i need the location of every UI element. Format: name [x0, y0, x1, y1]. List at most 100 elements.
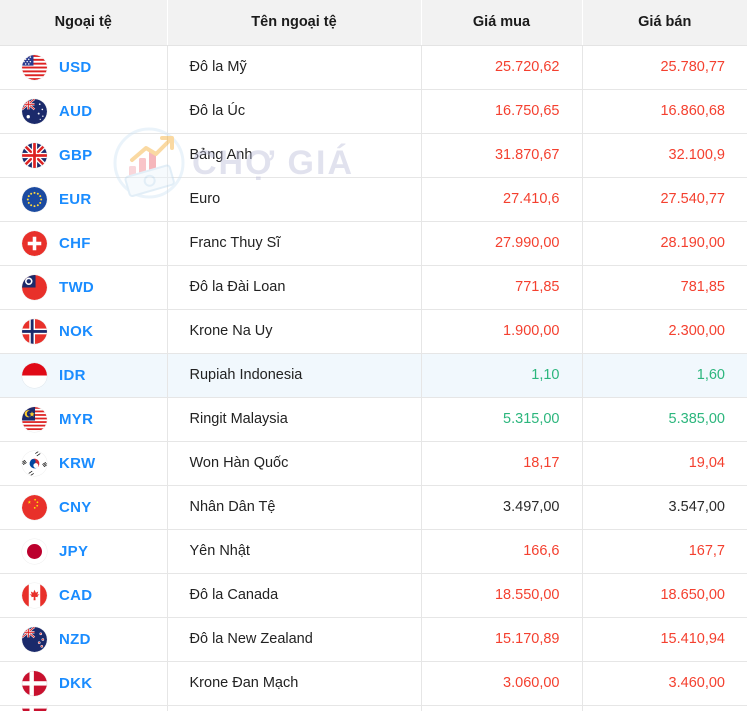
- buy-price-cell: 166,6: [421, 529, 583, 574]
- buy-price-cell: 27.410,6: [421, 177, 583, 222]
- table-header: Ngoại tệ Tên ngoại tệ Giá mua Giá bán: [0, 0, 747, 46]
- currency-code-label: USD: [59, 58, 92, 76]
- currency-code-label: IDR: [59, 366, 86, 384]
- table-row[interactable]: IDR Rupiah Indonesia 1,10 1,60: [0, 353, 747, 398]
- flag-au-icon: [22, 98, 47, 124]
- table-row[interactable]: [0, 705, 747, 711]
- table-row[interactable]: GBP Bảng Anh 31.870,67 32.100,9: [0, 133, 747, 178]
- flag-ch-icon: [22, 230, 47, 256]
- sell-price-cell: 16.860,68: [582, 89, 747, 134]
- flag-nz-icon: [22, 626, 47, 652]
- currency-code-label: AUD: [59, 102, 93, 120]
- currency-code-label: JPY: [59, 542, 89, 560]
- column-header-currency-name: Tên ngoại tệ: [167, 0, 422, 46]
- table-row[interactable]: CNY Nhân Dân Tệ 3.497,00 3.547,00: [0, 485, 747, 530]
- currency-code-label: TWD: [59, 278, 95, 296]
- flag-tw-icon: [22, 274, 47, 300]
- currency-code-cell: MYR: [0, 397, 168, 442]
- currency-code-label: NZD: [59, 630, 91, 648]
- buy-price-cell: 25.720,62: [421, 45, 583, 90]
- buy-price-cell: 5.315,00: [421, 397, 583, 442]
- table-row[interactable]: MYR Ringit Malaysia 5.315,00 5.385,00: [0, 397, 747, 442]
- sell-price-cell: 27.540,77: [582, 177, 747, 222]
- buy-price-cell: 3.497,00: [421, 485, 583, 530]
- currency-code-cell: AUD: [0, 89, 168, 134]
- currency-name-cell: Đô la Đài Loan: [167, 265, 422, 310]
- currency-code-cell: CNY: [0, 485, 168, 530]
- currency-name-cell: Euro: [167, 177, 422, 222]
- currency-name-cell: Đô la New Zealand: [167, 617, 422, 662]
- table-row[interactable]: CHF Franc Thuy Sĩ 27.990,00 28.190,00: [0, 221, 747, 266]
- sell-price-cell: 2.300,00: [582, 309, 747, 354]
- table-row[interactable]: USD Đô la Mỹ 25.720,62 25.780,77: [0, 45, 747, 90]
- flag-us-icon: [22, 54, 47, 80]
- buy-price-cell: 3.060,00: [421, 661, 583, 706]
- currency-code-cell: DKK: [0, 661, 168, 706]
- buy-price-cell: 18.550,00: [421, 573, 583, 618]
- sell-price-cell: 15.410,94: [582, 617, 747, 662]
- currency-name-cell: Ringit Malaysia: [167, 397, 422, 442]
- flag-partial-icon: [22, 705, 47, 711]
- currency-name-cell: Đô la Mỹ: [167, 45, 422, 90]
- flag-eu-icon: [22, 186, 47, 212]
- column-header-sell-price: Giá bán: [582, 0, 747, 46]
- table-row[interactable]: KRW Won Hàn Quốc 18,17 19,04: [0, 441, 747, 486]
- sell-price-cell: [582, 705, 747, 711]
- buy-price-cell: 16.750,65: [421, 89, 583, 134]
- currency-name-cell: Won Hàn Quốc: [167, 441, 422, 486]
- sell-price-cell: 32.100,9: [582, 133, 747, 178]
- table-row[interactable]: DKK Krone Đan Mạch 3.060,00 3.460,00: [0, 661, 747, 706]
- currency-code-label: CAD: [59, 586, 93, 604]
- sell-price-cell: 1,60: [582, 353, 747, 398]
- currency-code-label: NOK: [59, 322, 94, 340]
- buy-price-cell: 1,10: [421, 353, 583, 398]
- flag-dk-icon: [22, 670, 47, 696]
- currency-code-cell: NOK: [0, 309, 168, 354]
- sell-price-cell: 5.385,00: [582, 397, 747, 442]
- flag-id-icon: [22, 362, 47, 388]
- flag-jp-icon: [22, 538, 47, 564]
- table-row[interactable]: AUD Đô la Úc 16.750,65 16.860,68: [0, 89, 747, 134]
- flag-kr-icon: [22, 450, 47, 476]
- currency-name-cell: Krone Đan Mạch: [167, 661, 422, 706]
- currency-code-cell: JPY: [0, 529, 168, 574]
- currency-code-cell: USD: [0, 45, 168, 90]
- table-row[interactable]: NZD Đô la New Zealand 15.170,89 15.410,94: [0, 617, 747, 662]
- table-row[interactable]: EUR Euro 27.410,6 27.540,77: [0, 177, 747, 222]
- table-header-row: Ngoại tệ Tên ngoại tệ Giá mua Giá bán: [0, 0, 747, 46]
- column-header-buy-price: Giá mua: [421, 0, 583, 46]
- currency-name-cell: [167, 705, 422, 711]
- table-row[interactable]: NOK Krone Na Uy 1.900,00 2.300,00: [0, 309, 747, 354]
- currency-code-label: CHF: [59, 234, 91, 252]
- currency-code-cell: CAD: [0, 573, 168, 618]
- currency-name-cell: Nhân Dân Tệ: [167, 485, 422, 530]
- flag-my-icon: [22, 406, 47, 432]
- buy-price-cell: 771,85: [421, 265, 583, 310]
- currency-name-cell: Krone Na Uy: [167, 309, 422, 354]
- currency-name-cell: Franc Thuy Sĩ: [167, 221, 422, 266]
- table-body: USD Đô la Mỹ 25.720,62 25.780,77 AUD Đô la Úc…: [0, 45, 747, 711]
- table-row[interactable]: CAD Đô la Canada 18.550,00 18.650,00: [0, 573, 747, 618]
- sell-price-cell: 781,85: [582, 265, 747, 310]
- currency-name-cell: Đô la Úc: [167, 89, 422, 134]
- currency-code-cell: IDR: [0, 353, 168, 398]
- flag-ca-icon: [22, 582, 47, 608]
- buy-price-cell: 31.870,67: [421, 133, 583, 178]
- currency-code-label: CNY: [59, 498, 92, 516]
- currency-name-cell: Yên Nhật: [167, 529, 422, 574]
- sell-price-cell: 19,04: [582, 441, 747, 486]
- table-row[interactable]: TWD Đô la Đài Loan 771,85 781,85: [0, 265, 747, 310]
- flag-no-icon: [22, 318, 47, 344]
- exchange-rate-table: Ngoại tệ Tên ngoại tệ Giá mua Giá bán US…: [0, 0, 747, 711]
- sell-price-cell: 28.190,00: [582, 221, 747, 266]
- sell-price-cell: 3.460,00: [582, 661, 747, 706]
- column-header-currency: Ngoại tệ: [0, 0, 168, 46]
- sell-price-cell: 3.547,00: [582, 485, 747, 530]
- table-row[interactable]: JPY Yên Nhật 166,6 167,7: [0, 529, 747, 574]
- currency-code-cell: CHF: [0, 221, 168, 266]
- buy-price-cell: [421, 705, 583, 711]
- currency-name-cell: Bảng Anh: [167, 133, 422, 178]
- currency-code-label: MYR: [59, 410, 94, 428]
- flag-cn-icon: [22, 494, 47, 520]
- buy-price-cell: 18,17: [421, 441, 583, 486]
